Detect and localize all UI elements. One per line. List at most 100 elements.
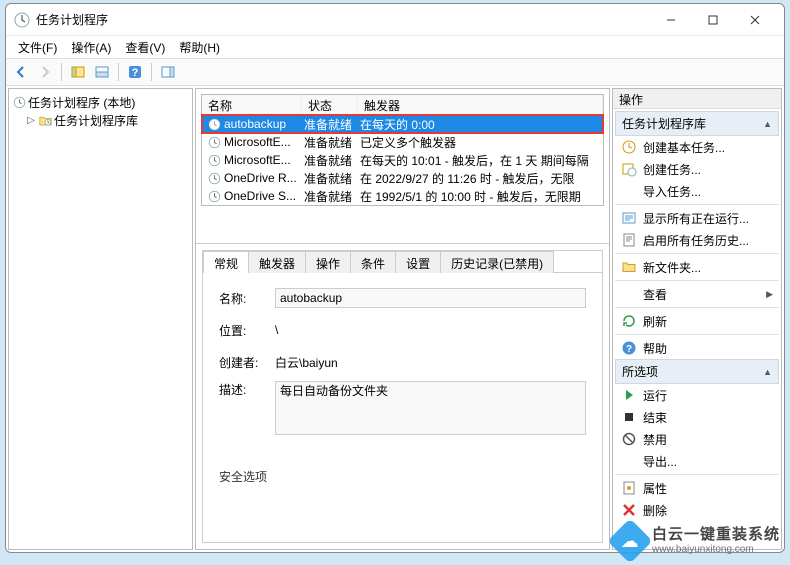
security-options-label: 安全选项 — [219, 468, 586, 485]
task-status: 准备就绪 — [300, 188, 356, 205]
close-button[interactable] — [734, 6, 776, 34]
minimize-button[interactable] — [650, 6, 692, 34]
watermark: ☁ 白云一键重装系统 www.baiyunxitong.com — [614, 525, 780, 557]
svg-text:?: ? — [626, 344, 632, 355]
table-row[interactable]: OneDrive S... 准备就绪 在 1992/5/1 的 10:00 时 … — [202, 187, 603, 205]
task-table: 名称 状态 触发器 autobackup 准备就绪 在每天的 0:00 Micr… — [201, 94, 604, 206]
task-list-area: 名称 状态 触发器 autobackup 准备就绪 在每天的 0:00 Micr… — [196, 89, 609, 244]
action-refresh[interactable]: 刷新 — [615, 310, 779, 332]
tab-triggers[interactable]: 触发器 — [248, 251, 306, 273]
titlebar: 任务计划程序 — [6, 4, 784, 36]
running-icon — [621, 210, 637, 226]
action-create-task[interactable]: 创建任务... — [615, 158, 779, 180]
toolbar-separator — [118, 63, 119, 81]
watermark-text: 白云一键重装系统 — [652, 527, 780, 544]
th-status[interactable]: 状态 — [302, 95, 358, 114]
table-row[interactable]: MicrosoftE... 准备就绪 在每天的 10:01 - 触发后，在 1 … — [202, 151, 603, 169]
actions-group-library[interactable]: 任务计划程序库 ▲ — [615, 111, 779, 136]
actions-panel: 操作 任务计划程序库 ▲ 创建基本任务... 创建任务... 导入任务... 显… — [612, 88, 782, 550]
detail-area: 常规 触发器 操作 条件 设置 历史记录(已禁用) 名称: 位置: — [196, 244, 609, 549]
action-properties[interactable]: 属性 — [615, 477, 779, 499]
separator — [615, 253, 779, 254]
back-button[interactable] — [10, 61, 32, 83]
group-header-label: 任务计划程序库 — [622, 115, 706, 132]
action-enable-history[interactable]: 启用所有任务历史... — [615, 229, 779, 251]
menu-action[interactable]: 操作(A) — [65, 37, 117, 58]
clock-icon — [208, 190, 221, 203]
tab-conditions[interactable]: 条件 — [350, 251, 396, 273]
task-icon — [621, 161, 637, 177]
action-delete[interactable]: 删除 — [615, 499, 779, 521]
separator — [615, 204, 779, 205]
clock-icon — [13, 96, 26, 109]
task-status: 准备就绪 — [300, 116, 356, 133]
delete-icon — [621, 502, 637, 518]
action-help[interactable]: ?帮助 — [615, 337, 779, 359]
label-location: 位置: — [219, 322, 275, 339]
task-name: OneDrive R... — [224, 171, 297, 185]
content-area: 任务计划程序 (本地) ▷ 任务计划程序库 名称 状态 触发器 — [6, 86, 784, 552]
action-create-basic-task[interactable]: 创建基本任务... — [615, 136, 779, 158]
expand-icon[interactable]: ▷ — [25, 115, 37, 126]
watermark-url: www.baiyunxitong.com — [652, 544, 780, 555]
table-row[interactable]: MicrosoftE... 准备就绪 已定义多个触发器 — [202, 133, 603, 151]
maximize-button[interactable] — [692, 6, 734, 34]
table-header: 名称 状态 触发器 — [202, 95, 603, 115]
task-status: 准备就绪 — [300, 152, 356, 169]
detail-tabs: 常规 触发器 操作 条件 设置 历史记录(已禁用) 名称: 位置: — [202, 250, 603, 543]
help-button[interactable]: ? — [124, 61, 146, 83]
task-status: 准备就绪 — [300, 170, 356, 187]
svg-text:?: ? — [132, 67, 139, 79]
task-name: MicrosoftE... — [224, 153, 291, 167]
actions-group-selected[interactable]: 所选项 ▲ — [615, 359, 779, 384]
action-end[interactable]: 结束 — [615, 406, 779, 428]
clock-icon — [208, 118, 221, 131]
export-icon — [621, 453, 637, 469]
action-import-task[interactable]: 导入任务... — [615, 180, 779, 202]
label-name: 名称: — [219, 290, 275, 307]
tree-library[interactable]: ▷ 任务计划程序库 — [11, 111, 190, 129]
task-name: MicrosoftE... — [224, 135, 291, 149]
task-trigger: 在每天的 10:01 - 触发后，在 1 天 期间每隔 — [356, 152, 601, 169]
table-body: autobackup 准备就绪 在每天的 0:00 MicrosoftE... … — [202, 115, 603, 205]
input-name[interactable] — [275, 288, 586, 308]
properties-icon — [621, 480, 637, 496]
th-name[interactable]: 名称 — [202, 95, 302, 114]
input-desc[interactable] — [275, 381, 586, 435]
action-disable[interactable]: 禁用 — [615, 428, 779, 450]
tab-actions[interactable]: 操作 — [305, 251, 351, 273]
window-title: 任务计划程序 — [36, 11, 650, 28]
action-new-folder[interactable]: 新文件夹... — [615, 256, 779, 278]
table-row[interactable]: autobackup 准备就绪 在每天的 0:00 — [202, 115, 603, 133]
toolbar-separator — [61, 63, 62, 81]
blank-icon — [621, 286, 637, 302]
action-pane-button[interactable] — [157, 61, 179, 83]
separator — [615, 280, 779, 281]
action-export[interactable]: 导出... — [615, 450, 779, 472]
action-run[interactable]: 运行 — [615, 384, 779, 406]
action-view[interactable]: 查看▶ — [615, 283, 779, 305]
disable-icon — [621, 431, 637, 447]
collapse-icon: ▲ — [763, 119, 772, 129]
menu-help[interactable]: 帮助(H) — [173, 37, 226, 58]
forward-button — [34, 61, 56, 83]
show-tree-button[interactable] — [67, 61, 89, 83]
tab-general[interactable]: 常规 — [203, 251, 249, 273]
clock-icon — [208, 154, 221, 167]
action-show-running[interactable]: 显示所有正在运行... — [615, 207, 779, 229]
tab-settings[interactable]: 设置 — [395, 251, 441, 273]
folder-clock-icon — [39, 114, 52, 127]
tab-history[interactable]: 历史记录(已禁用) — [440, 251, 554, 273]
menu-file[interactable]: 文件(F) — [12, 37, 63, 58]
menu-view[interactable]: 查看(V) — [119, 37, 171, 58]
value-author: 白云\baiyun — [275, 354, 586, 371]
refresh-icon — [621, 313, 637, 329]
collapse-icon: ▲ — [763, 367, 772, 377]
th-trigger[interactable]: 触发器 — [358, 95, 603, 114]
task-trigger: 在 2022/9/27 的 11:26 时 - 触发后，无限 — [356, 170, 601, 187]
table-row[interactable]: OneDrive R... 准备就绪 在 2022/9/27 的 11:26 时… — [202, 169, 603, 187]
preview-button[interactable] — [91, 61, 113, 83]
task-name: autobackup — [224, 117, 286, 131]
tree-root[interactable]: 任务计划程序 (本地) — [11, 93, 190, 111]
value-location: \ — [275, 323, 586, 337]
